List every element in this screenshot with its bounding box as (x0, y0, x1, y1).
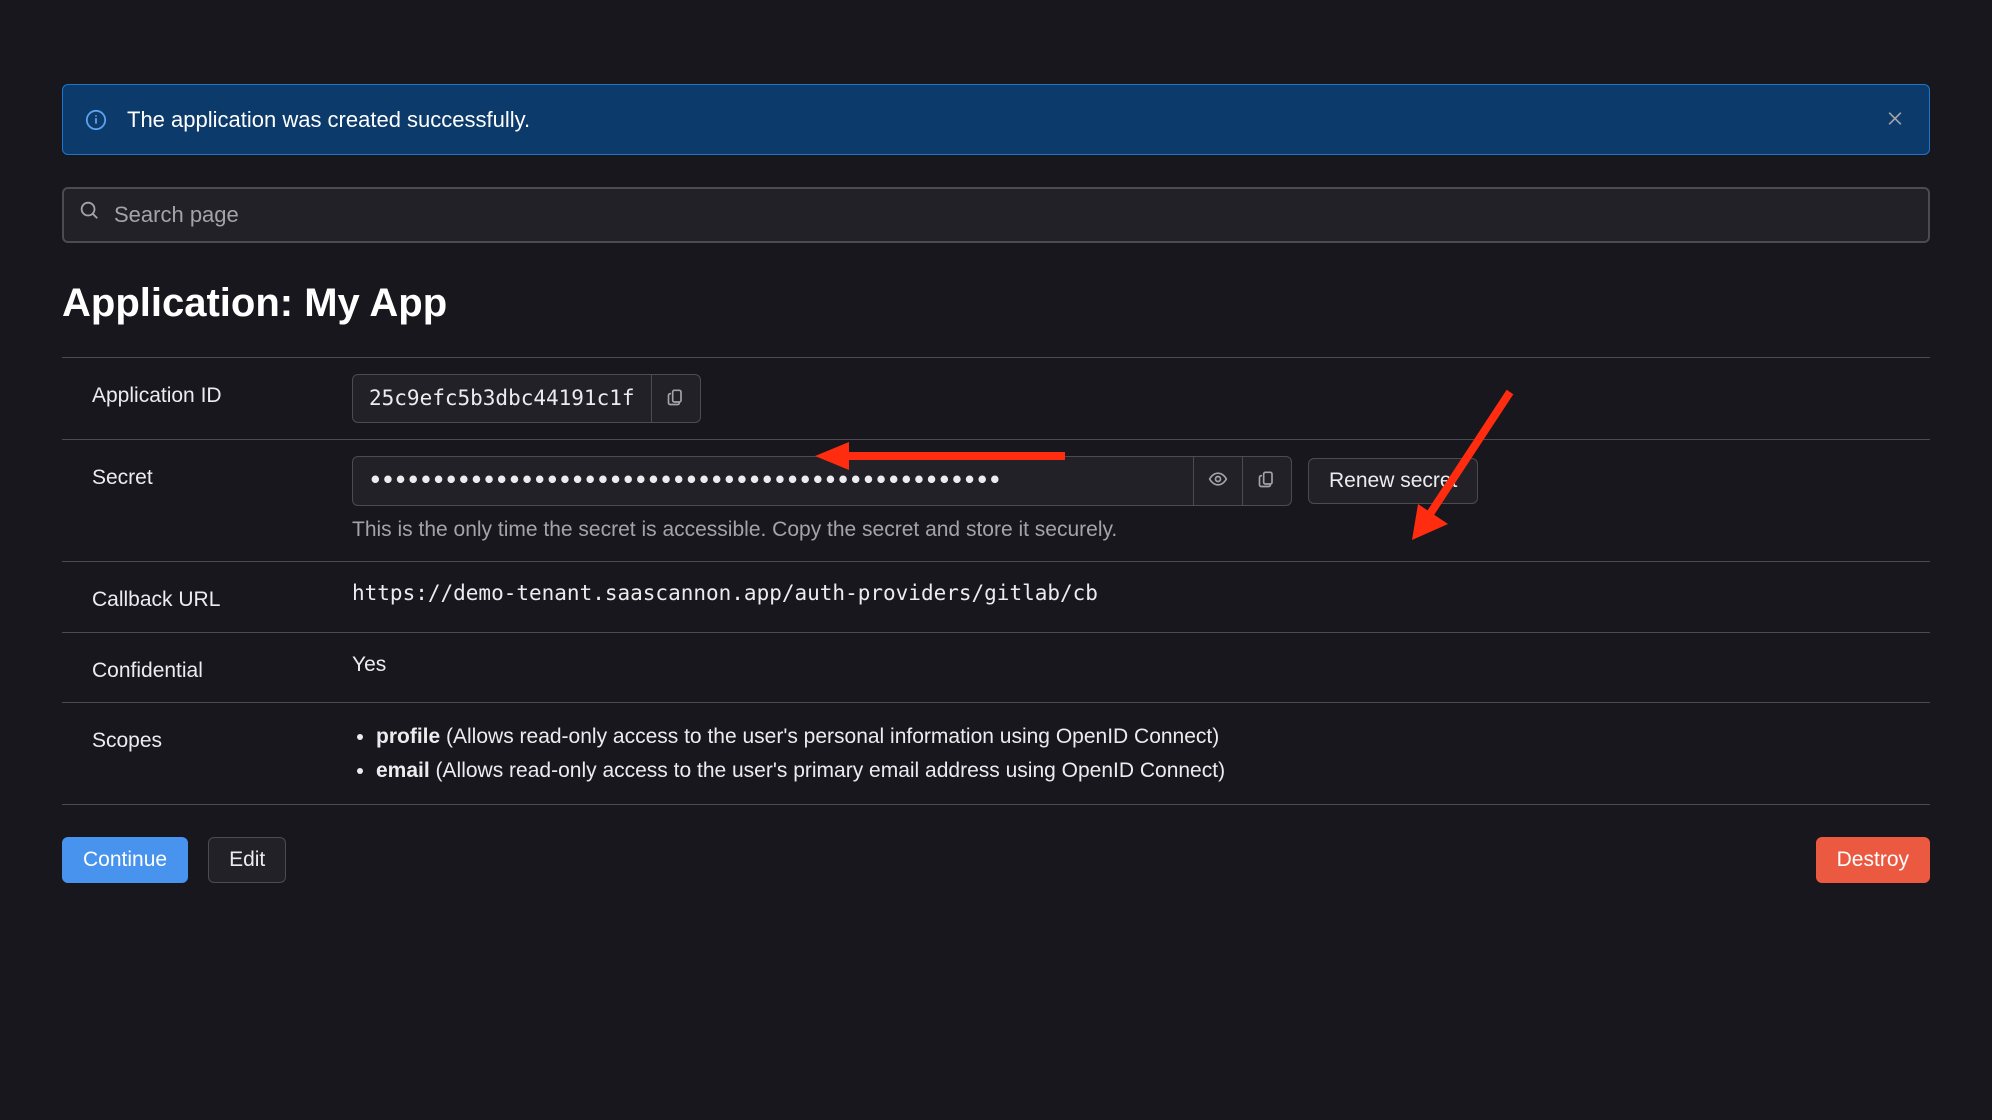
secret-value-masked: ••••••••••••••••••••••••••••••••••••••••… (353, 457, 1193, 505)
search-icon (78, 199, 100, 231)
confidential-value: Yes (352, 649, 1930, 681)
scopes-list: profile (Allows read-only access to the … (352, 719, 1930, 788)
secret-box: ••••••••••••••••••••••••••••••••••••••••… (352, 456, 1292, 506)
clipboard-icon (1257, 469, 1277, 492)
search-input[interactable] (112, 201, 1914, 229)
scope-name: email (376, 759, 430, 782)
close-icon (1885, 116, 1905, 131)
eye-icon (1208, 469, 1228, 492)
alert-message: The application was created successfully… (127, 103, 530, 136)
row-label: Confidential (92, 649, 332, 687)
alert-success: The application was created successfully… (62, 84, 1930, 155)
clipboard-icon (666, 387, 686, 410)
edit-button[interactable]: Edit (208, 837, 286, 883)
renew-secret-button[interactable]: Renew secret (1308, 458, 1478, 504)
action-bar: Continue Edit Destroy (62, 837, 1930, 883)
row-label: Callback URL (92, 578, 332, 616)
application-id-box: 25c9efc5b3dbc44191c1f (352, 374, 701, 424)
row-confidential: Confidential Yes (62, 633, 1930, 704)
search-page-wrap (62, 187, 1930, 243)
copy-application-id-button[interactable] (651, 375, 700, 423)
page-title: Application: My App (62, 273, 1930, 333)
copy-secret-button[interactable] (1242, 457, 1291, 505)
scope-item: profile (Allows read-only access to the … (376, 721, 1930, 753)
destroy-button[interactable]: Destroy (1816, 837, 1930, 883)
scope-name: profile (376, 725, 440, 748)
continue-button[interactable]: Continue (62, 837, 188, 883)
row-label: Application ID (92, 374, 332, 412)
reveal-secret-button[interactable] (1193, 457, 1242, 505)
application-id-value: 25c9efc5b3dbc44191c1f (353, 375, 651, 423)
alert-close-button[interactable] (1879, 102, 1911, 137)
application-details-table: Application ID 25c9efc5b3dbc44191c1f (62, 357, 1930, 806)
row-application-id: Application ID 25c9efc5b3dbc44191c1f (62, 358, 1930, 441)
row-scopes: Scopes profile (Allows read-only access … (62, 703, 1930, 805)
secret-help-text: This is the only time the secret is acce… (352, 514, 1930, 546)
scope-desc: (Allows read-only access to the user's p… (436, 759, 1226, 782)
callback-url-value: https://demo-tenant.saascannon.app/auth-… (352, 578, 1930, 610)
row-callback-url: Callback URL https://demo-tenant.saascan… (62, 562, 1930, 633)
scope-item: email (Allows read-only access to the us… (376, 755, 1930, 787)
scope-desc: (Allows read-only access to the user's p… (446, 725, 1219, 748)
info-icon (85, 109, 107, 131)
row-secret: Secret •••••••••••••••••••••••••••••••••… (62, 440, 1930, 562)
application-detail-page: The application was created successfully… (0, 0, 1992, 1120)
row-label: Scopes (92, 719, 332, 757)
row-label: Secret (92, 456, 332, 494)
